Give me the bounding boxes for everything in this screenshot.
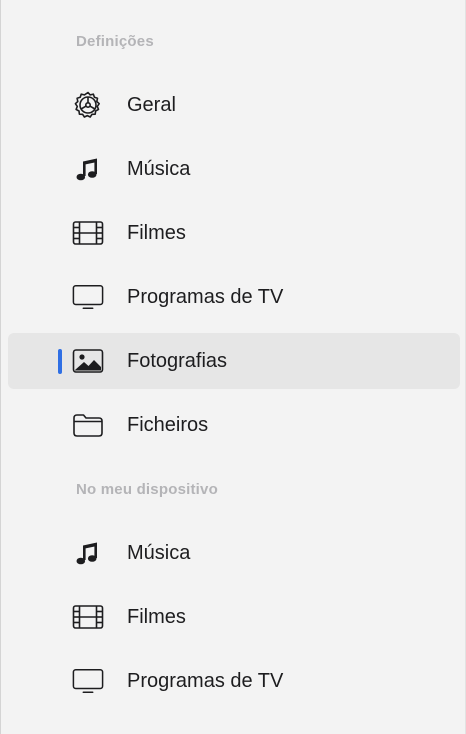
sidebar-item-fotografias[interactable]: Fotografias bbox=[8, 333, 460, 389]
sidebar-item-programas-de-tv[interactable]: Programas de TV bbox=[8, 269, 460, 325]
sidebar-item-label: Música bbox=[127, 158, 191, 180]
sidebar-item-label: Ficheiros bbox=[127, 414, 209, 436]
sidebar-item-device-musica[interactable]: Música bbox=[8, 525, 460, 581]
film-icon bbox=[72, 602, 104, 632]
sidebar-item-musica[interactable]: Música bbox=[8, 141, 460, 197]
sidebar-item-geral[interactable]: Geral bbox=[8, 77, 460, 133]
tv-icon bbox=[72, 282, 104, 312]
sidebar-item-label: Filmes bbox=[127, 222, 186, 244]
sidebar-item-label: Programas de TV bbox=[127, 670, 284, 692]
gear-icon bbox=[72, 90, 104, 120]
sidebar-item-label: Fotografias bbox=[127, 350, 228, 372]
music-note-icon bbox=[72, 154, 104, 184]
selection-indicator bbox=[58, 349, 62, 374]
sidebar-item-label: Filmes bbox=[127, 606, 186, 628]
photo-icon bbox=[72, 346, 104, 376]
section-header-definicoes: Definições bbox=[76, 33, 154, 50]
section-header-no-meu-dispositivo: No meu dispositivo bbox=[76, 481, 218, 498]
sidebar-item-label: Programas de TV bbox=[127, 286, 284, 308]
sidebar-item-ficheiros[interactable]: Ficheiros bbox=[8, 397, 460, 453]
sidebar-item-label: Música bbox=[127, 542, 191, 564]
sidebar-item-device-programas-de-tv[interactable]: Programas de TV bbox=[8, 653, 460, 709]
folder-icon bbox=[72, 410, 104, 440]
sidebar-item-device-filmes[interactable]: Filmes bbox=[8, 589, 460, 645]
music-note-icon bbox=[72, 538, 104, 568]
tv-icon bbox=[72, 666, 104, 696]
sidebar-item-label: Geral bbox=[127, 94, 176, 116]
sidebar-item-filmes[interactable]: Filmes bbox=[8, 205, 460, 261]
film-icon bbox=[72, 218, 104, 248]
sidebar: Definições Geral Música Filmes Programas… bbox=[0, 0, 466, 734]
